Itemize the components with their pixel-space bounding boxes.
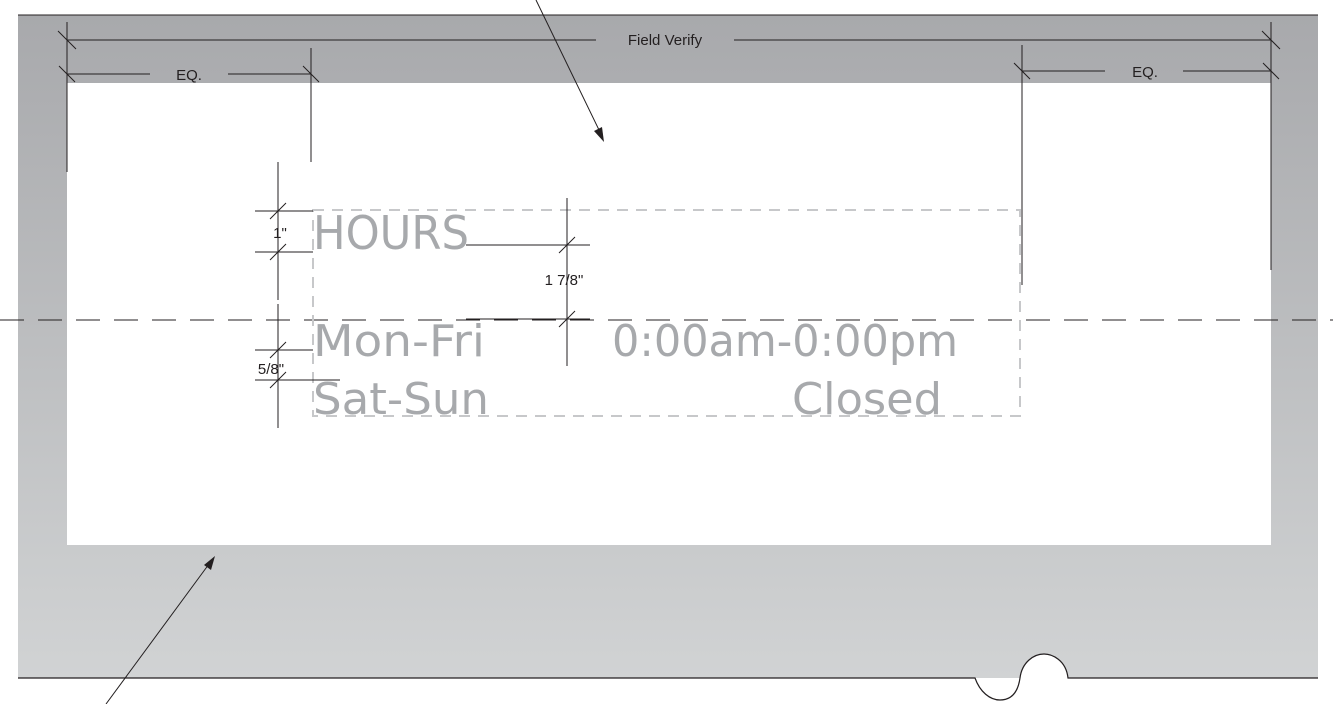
title-to-body-label: 1 7/8" xyxy=(545,272,584,289)
sign-face xyxy=(67,83,1271,545)
sign-row-hours: Closed xyxy=(792,374,942,425)
sign-row-hours: 0:00am-0:00pm xyxy=(612,316,958,367)
sign-row-days: Sat-Sun xyxy=(313,374,489,425)
right-eq-label: EQ. xyxy=(1132,64,1158,81)
field-verify-label: Field Verify xyxy=(628,32,703,49)
body-cap-height-label: 5/8" xyxy=(258,361,284,378)
sign-title: HOURS xyxy=(313,206,469,260)
sign-row-days: Mon-Fri xyxy=(313,316,485,367)
cap-height-label: 1" xyxy=(273,225,287,242)
hours-sign-drawing: Field Verify EQ. EQ. 1" 1 7/8" 5/8" HOUR… xyxy=(0,0,1333,704)
left-eq-label: EQ. xyxy=(176,67,202,84)
